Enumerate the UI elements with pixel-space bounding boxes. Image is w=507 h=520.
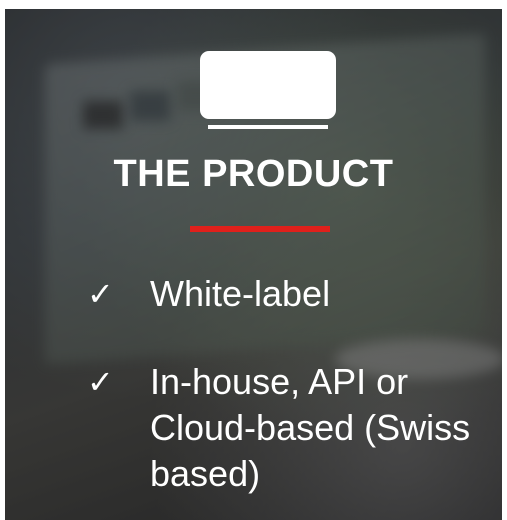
checkmark-icon: ✓	[87, 364, 114, 400]
feature-label: In-house, API or Cloud-based (Swiss base…	[150, 361, 471, 494]
feature-list: ✓ White-label ✓ In-house, API or Cloud-b…	[5, 9, 502, 520]
checkmark-icon: ✓	[87, 276, 114, 312]
product-card: THE PRODUCT ✓ White-label ✓ In-house, AP…	[5, 9, 502, 520]
feature-label: White-label	[150, 273, 331, 314]
